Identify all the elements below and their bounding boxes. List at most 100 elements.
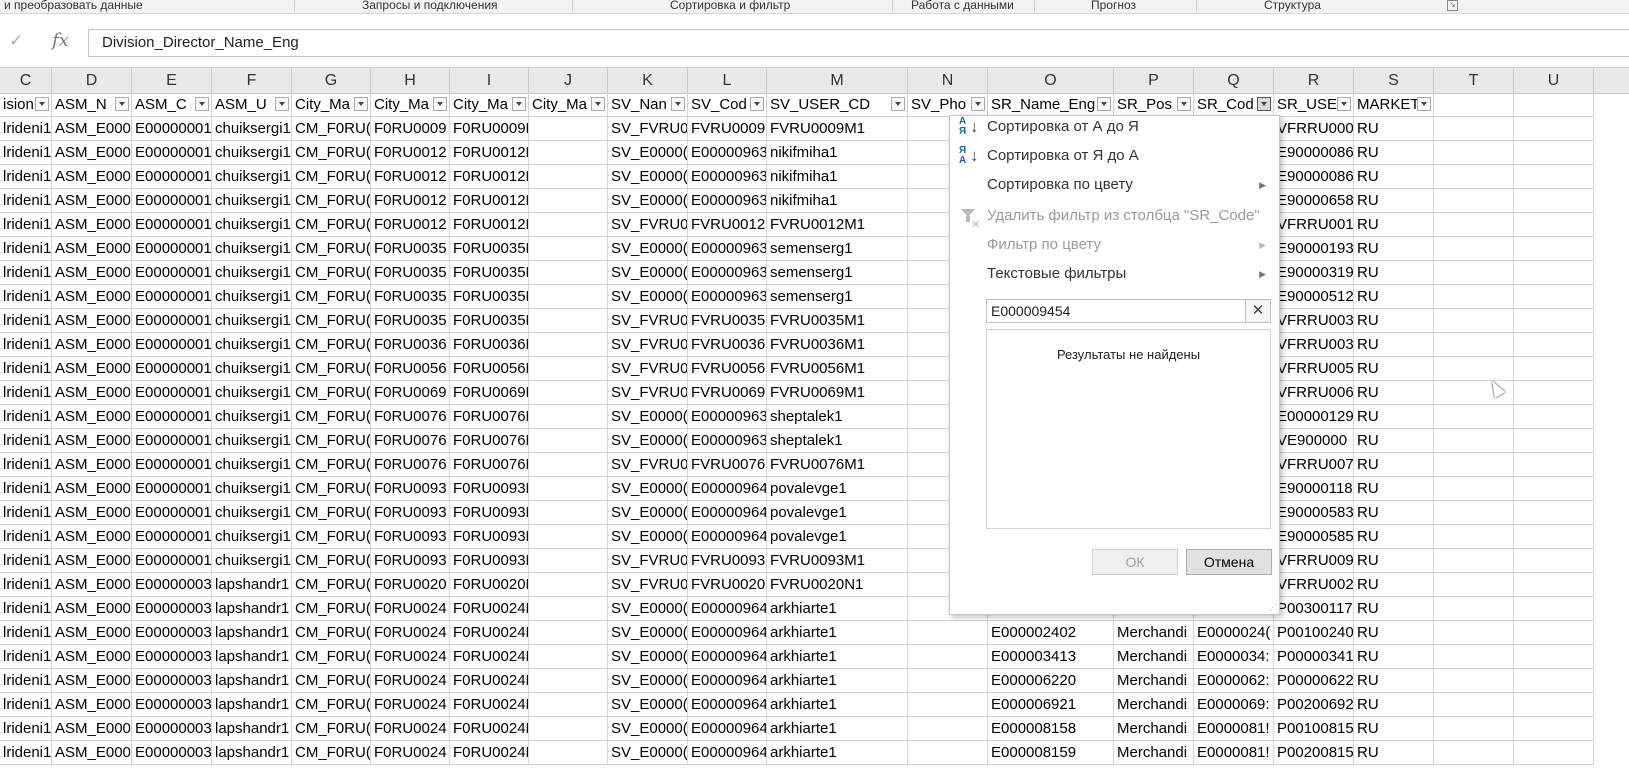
table-cell[interactable]: E00000129 xyxy=(1274,405,1354,429)
table-cell[interactable]: VFRRU000 xyxy=(1274,117,1354,141)
filter-dropdown-icon[interactable] xyxy=(1257,97,1271,111)
table-cell[interactable]: ASM_E000 xyxy=(52,309,132,333)
table-cell[interactable]: SV_E0000( xyxy=(608,261,688,285)
table-cell[interactable] xyxy=(1434,477,1514,501)
table-cell[interactable]: lrideni1 xyxy=(0,117,52,141)
table-cell[interactable] xyxy=(1514,693,1594,717)
sort-by-color-item[interactable]: Сортировка по цвету ▶ xyxy=(951,171,1278,199)
table-cell[interactable]: povalevge1 xyxy=(767,525,908,549)
table-cell[interactable]: ASM_E000 xyxy=(52,501,132,525)
table-cell[interactable]: F0RU0024N1 xyxy=(450,669,529,693)
table-cell[interactable]: F0RU0024N1 xyxy=(450,597,529,621)
filter-dropdown-icon[interactable] xyxy=(115,97,129,111)
table-cell[interactable]: E00000001 xyxy=(132,357,212,381)
table-cell[interactable]: F0RU0093 xyxy=(371,549,450,573)
table-cell[interactable]: sheptalek1 xyxy=(767,429,908,453)
table-cell[interactable]: nikifmiha1 xyxy=(767,189,908,213)
table-cell[interactable]: E90000658 xyxy=(1274,189,1354,213)
table-cell[interactable]: F0RU0024 xyxy=(371,693,450,717)
column-header-letter[interactable]: U xyxy=(1514,68,1594,93)
table-cell[interactable]: F0RU0024N1 xyxy=(450,621,529,645)
table-cell[interactable]: E0000034: xyxy=(1194,645,1274,669)
table-cell[interactable]: P00200692 xyxy=(1274,693,1354,717)
table-cell[interactable] xyxy=(529,381,608,405)
table-cell[interactable]: SV_FVRU0 xyxy=(608,381,688,405)
clear-search-icon[interactable]: ✕ xyxy=(1245,300,1270,322)
text-filters-item[interactable]: Текстовые фильтры ▶ xyxy=(951,260,1278,288)
table-cell[interactable]: E000006921 xyxy=(988,693,1114,717)
table-cell[interactable]: nikifmiha1 xyxy=(767,141,908,165)
table-cell[interactable] xyxy=(1514,405,1594,429)
filter-dropdown-icon[interactable] xyxy=(35,97,49,111)
enter-check-icon[interactable]: ✓ xyxy=(9,31,23,51)
filter-dropdown-icon[interactable] xyxy=(195,97,209,111)
table-cell[interactable]: SV_FVRU0 xyxy=(608,357,688,381)
table-cell[interactable]: SV_E0000( xyxy=(608,285,688,309)
table-cell[interactable]: FVRU0069M1 xyxy=(767,381,908,405)
table-cell[interactable]: CM_F0RU( xyxy=(292,621,371,645)
table-cell[interactable]: lrideni1 xyxy=(0,717,52,741)
table-cell[interactable]: Merchandi xyxy=(1114,717,1194,741)
table-cell[interactable] xyxy=(1434,621,1514,645)
table-cell[interactable] xyxy=(1434,429,1514,453)
table-cell[interactable]: P00000341 xyxy=(1274,645,1354,669)
table-cell[interactable]: lapshandr1 xyxy=(212,717,292,741)
table-cell[interactable] xyxy=(529,357,608,381)
table-cell[interactable]: SV_E0000( xyxy=(608,717,688,741)
table-cell[interactable]: VE900000 xyxy=(1274,429,1354,453)
column-header-letter[interactable]: M xyxy=(767,68,908,93)
table-cell[interactable]: VFRRU003 xyxy=(1274,309,1354,333)
table-cell[interactable]: RU xyxy=(1354,549,1434,573)
table-cell[interactable]: E00000001 xyxy=(132,381,212,405)
table-cell[interactable]: chuiksergi1 xyxy=(212,453,292,477)
table-cell[interactable]: FVRU0009M1 xyxy=(767,117,908,141)
filter-values-list[interactable]: Результаты не найдены xyxy=(986,329,1271,529)
worksheet-grid[interactable]: ision ASM_N ASM_C ASM_U City_Ma City_Ma City_M… xyxy=(0,93,1629,773)
table-cell[interactable]: F0RU0069 xyxy=(371,381,450,405)
table-cell[interactable]: F0RU0056M1 xyxy=(450,357,529,381)
table-cell[interactable] xyxy=(529,669,608,693)
table-cell[interactable] xyxy=(529,693,608,717)
table-cell[interactable]: E00000001 xyxy=(132,453,212,477)
table-cell[interactable]: E00000964 xyxy=(688,669,767,693)
table-cell[interactable]: CM_F0RU( xyxy=(292,333,371,357)
table-cell[interactable]: F0RU0076 xyxy=(371,429,450,453)
table-cell[interactable]: P00100815 xyxy=(1274,717,1354,741)
table-cell[interactable]: F0RU0035 xyxy=(371,261,450,285)
table-cell[interactable]: lrideni1 xyxy=(0,429,52,453)
table-cell[interactable] xyxy=(1514,645,1594,669)
table-cell[interactable]: CM_F0RU( xyxy=(292,717,371,741)
table-cell[interactable]: FVRU0076M1 xyxy=(767,453,908,477)
table-cell[interactable]: E00000964 xyxy=(688,693,767,717)
table-cell[interactable]: ASM_E000 xyxy=(52,549,132,573)
table-cell[interactable]: E00000963 xyxy=(688,165,767,189)
table-cell[interactable]: lrideni1 xyxy=(0,549,52,573)
table-cell[interactable] xyxy=(1434,333,1514,357)
table-cell[interactable] xyxy=(1434,117,1514,141)
table-cell[interactable] xyxy=(1434,501,1514,525)
resize-grip-icon[interactable]: ⋰ xyxy=(1269,604,1277,612)
formula-input[interactable] xyxy=(88,29,1629,57)
table-cell[interactable]: CM_F0RU( xyxy=(292,597,371,621)
table-cell[interactable]: CM_F0RU( xyxy=(292,213,371,237)
table-cell[interactable]: F0RU0024N1 xyxy=(450,645,529,669)
table-cell[interactable]: lapshandr1 xyxy=(212,645,292,669)
table-cell[interactable]: FVRU0093M1 xyxy=(767,549,908,573)
table-cell[interactable]: F0RU0035 xyxy=(371,309,450,333)
filter-dropdown-icon[interactable] xyxy=(891,97,905,111)
table-cell[interactable]: F0RU0076 xyxy=(371,405,450,429)
table-cell[interactable]: FVRU0009 xyxy=(688,117,767,141)
table-cell[interactable]: RU xyxy=(1354,405,1434,429)
table-cell[interactable]: FVRU0020N1 xyxy=(767,573,908,597)
table-cell[interactable]: RU xyxy=(1354,117,1434,141)
table-cell[interactable]: ASM_E000 xyxy=(52,741,132,765)
table-cell[interactable] xyxy=(1434,285,1514,309)
table-cell[interactable] xyxy=(1514,453,1594,477)
table-cell[interactable]: lrideni1 xyxy=(0,165,52,189)
table-cell[interactable]: E000003413 xyxy=(988,645,1114,669)
table-cell[interactable]: E00000003 xyxy=(132,717,212,741)
table-cell[interactable]: lapshandr1 xyxy=(212,669,292,693)
table-cell[interactable]: CM_F0RU( xyxy=(292,165,371,189)
table-cell[interactable]: RU xyxy=(1354,381,1434,405)
table-cell[interactable]: E00000003 xyxy=(132,597,212,621)
